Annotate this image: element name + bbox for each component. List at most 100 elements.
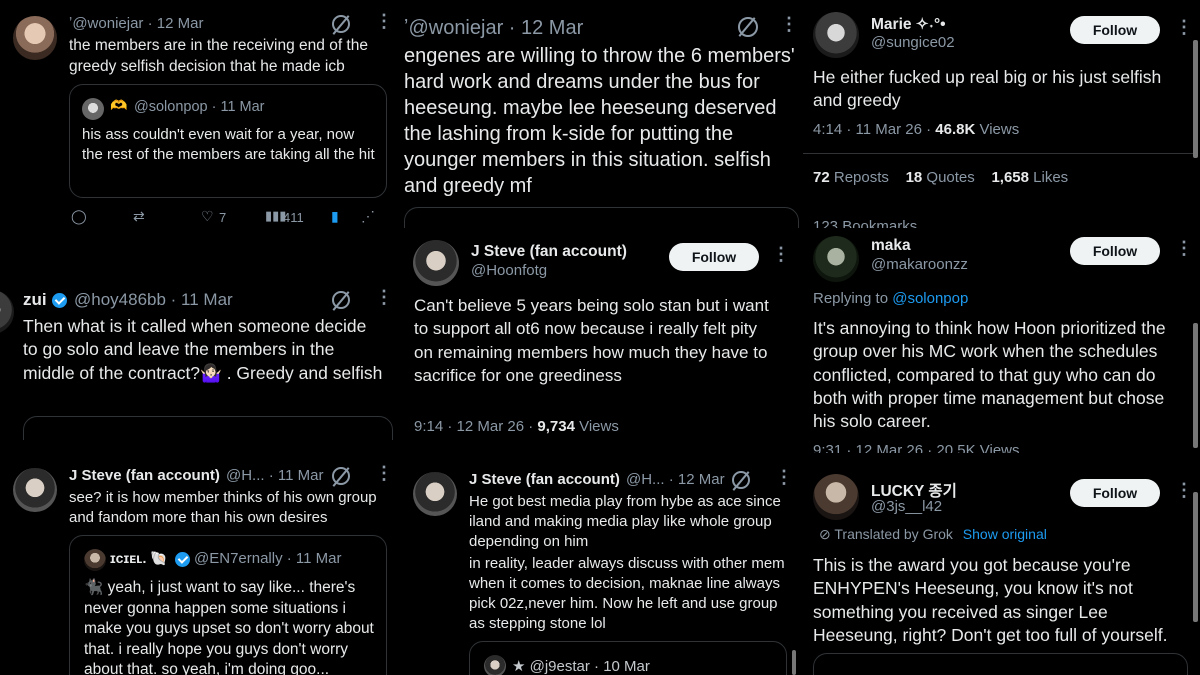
verified-badge-icon bbox=[175, 552, 190, 567]
views-label: Views bbox=[975, 121, 1020, 138]
avatar[interactable] bbox=[413, 472, 457, 516]
avatar bbox=[84, 549, 106, 571]
tweet-panel-2: zui @hoy486bb · 11 Mar ⋮ Then what is it… bbox=[0, 276, 397, 440]
quotes-count[interactable]: 18 bbox=[906, 169, 923, 186]
tweet-handle[interactable]: @H... · 12 Mar bbox=[626, 471, 725, 488]
display-name[interactable]: maka bbox=[871, 237, 911, 255]
tweet-meta[interactable]: 9:31 · 12 Mar 26 · 20.5K Views bbox=[813, 442, 1020, 453]
avatar[interactable] bbox=[0, 290, 14, 334]
tweet-handle[interactable]: @Hoonfotg bbox=[471, 262, 547, 279]
tweet-panel-1: ʼ@woniejar · 12 Mar ⋮ the members are in… bbox=[0, 0, 397, 240]
follow-button[interactable]: Follow bbox=[1070, 479, 1160, 507]
avatar bbox=[484, 655, 506, 675]
tweet-panel-8: maka @makaroonzz Follow ⋮ Replying to @s… bbox=[803, 228, 1200, 453]
reply-icon[interactable]: ◯ bbox=[71, 208, 87, 225]
more-icon[interactable]: ⋮ bbox=[1175, 238, 1193, 259]
tweet-text: the members are in the receiving end of … bbox=[69, 37, 368, 75]
tweet-handle[interactable]: @H... · 11 Mar bbox=[226, 467, 323, 484]
grok-icon[interactable] bbox=[732, 471, 750, 489]
quote-card[interactable] bbox=[404, 207, 799, 228]
likes-count[interactable]: 1,658 bbox=[991, 169, 1029, 186]
tweet-panel-3: J Steve (fan account) @H... · 11 Mar ⋮ s… bbox=[0, 456, 397, 675]
scrollbar[interactable] bbox=[1193, 40, 1198, 158]
quote-text: 🐈‍⬛ yeah, i just want to say like... the… bbox=[84, 579, 374, 675]
tweet-timestamp[interactable]: 9:14 · 12 Mar 26 · bbox=[414, 418, 537, 435]
quote-card[interactable] bbox=[813, 653, 1188, 675]
tweet-meta: 4:14 · 11 Mar 26 · 46.8K Views bbox=[813, 121, 1019, 138]
tweet-meta: 9:14 · 12 Mar 26 · 9,734 Views bbox=[414, 418, 619, 435]
tweet-panel-9: LUCKY 종기 @3js__l42 Follow ⋮ ⊘ Translated… bbox=[803, 462, 1200, 675]
quote-card[interactable]: ★ @j9estar · 10 Mar bbox=[469, 641, 787, 675]
tweet-text-continued: in reality, leader always discuss with o… bbox=[469, 555, 785, 632]
tweet-handle[interactable]: @hoy486bb · 11 Mar bbox=[74, 290, 233, 310]
tweet-panel-6: J Steve (fan account) @H... · 12 Mar ⋮ H… bbox=[400, 460, 800, 675]
quote-name: ɪᴄɪᴇʟ. 🐚 bbox=[110, 550, 168, 566]
scrollbar[interactable] bbox=[1193, 492, 1198, 622]
tweet-text: engenes are willing to throw the 6 membe… bbox=[404, 45, 795, 197]
verified-badge-icon bbox=[52, 293, 67, 308]
scrollbar[interactable] bbox=[1193, 323, 1198, 448]
display-name[interactable]: J Steve (fan account) bbox=[69, 467, 220, 484]
reposts-count[interactable]: 72 bbox=[813, 169, 830, 186]
tweet-handle[interactable]: ʼ@woniejar · 12 Mar bbox=[404, 17, 583, 40]
quote-card[interactable]: ɪᴄɪᴇʟ. 🐚 @EN7ernally · 11 Mar 🐈‍⬛ yeah, … bbox=[69, 535, 387, 675]
tweet-handle[interactable]: @makaroonzz bbox=[871, 256, 968, 273]
display-name[interactable]: zui bbox=[23, 290, 47, 310]
avatar[interactable] bbox=[813, 12, 859, 58]
quote-card[interactable]: 🫶 @solonpop · 11 Mar his ass couldn't ev… bbox=[69, 84, 387, 198]
views-count: 46.8K bbox=[935, 121, 976, 138]
more-icon[interactable]: ⋮ bbox=[1175, 480, 1193, 501]
quotes-label[interactable]: Quotes bbox=[922, 169, 974, 186]
replying-label: Replying to bbox=[813, 290, 893, 307]
quote-handle: @solonpop · 11 Mar bbox=[134, 99, 265, 115]
display-name[interactable]: Marie ✧˖°• bbox=[871, 15, 946, 34]
heart-hands-icon: 🫶 bbox=[110, 97, 128, 113]
grok-icon[interactable] bbox=[332, 291, 350, 309]
quote-card[interactable] bbox=[23, 416, 393, 440]
more-icon[interactable]: ⋮ bbox=[375, 463, 393, 484]
display-name[interactable]: J Steve (fan account) bbox=[471, 243, 627, 261]
more-icon[interactable]: ⋮ bbox=[375, 11, 393, 32]
more-icon[interactable]: ⋮ bbox=[780, 14, 798, 35]
follow-button[interactable]: Follow bbox=[1070, 237, 1160, 265]
display-name[interactable]: J Steve (fan account) bbox=[469, 471, 620, 488]
tweet-timestamp[interactable]: 4:14 · 11 Mar 26 · bbox=[813, 121, 935, 138]
replying-to-link[interactable]: @solonpop bbox=[892, 290, 968, 307]
tweet-handle[interactable]: ʼ@woniejar · 12 Mar bbox=[69, 15, 203, 32]
likes-label[interactable]: Likes bbox=[1029, 169, 1068, 186]
reposts-label[interactable]: Reposts bbox=[830, 169, 889, 186]
more-icon[interactable]: ⋮ bbox=[1175, 17, 1193, 38]
grok-icon[interactable] bbox=[332, 15, 350, 33]
bookmark-icon[interactable]: ▮ bbox=[331, 208, 339, 225]
grok-icon[interactable] bbox=[332, 467, 350, 485]
tweet-text: It's annoying to think how Hoon prioriti… bbox=[813, 318, 1166, 432]
tweet-text: Then what is it called when someone deci… bbox=[23, 316, 383, 383]
follow-button[interactable]: Follow bbox=[669, 243, 759, 271]
tweet-panel-5: J Steve (fan account) @Hoonfotg Follow ⋮… bbox=[400, 228, 800, 452]
avatar[interactable] bbox=[813, 236, 859, 282]
avatar[interactable] bbox=[413, 240, 459, 286]
more-icon[interactable]: ⋮ bbox=[375, 287, 393, 308]
views-count: 9,734 bbox=[537, 418, 575, 435]
views-count: 411 bbox=[283, 210, 304, 225]
translation-row: ⊘ Translated by Grok Show original bbox=[819, 526, 1047, 543]
avatar[interactable] bbox=[13, 468, 57, 512]
tweet-panel-7: Marie ✧˖°• @sungice02 Follow ⋮ He either… bbox=[803, 0, 1200, 228]
avatar bbox=[82, 98, 104, 120]
scrollbar[interactable] bbox=[792, 650, 796, 675]
more-icon[interactable]: ⋮ bbox=[772, 244, 790, 265]
tweet-text: He either fucked up real big or his just… bbox=[813, 67, 1162, 111]
grok-icon[interactable] bbox=[738, 17, 758, 37]
more-icon[interactable]: ⋮ bbox=[775, 467, 793, 488]
like-count: 7 bbox=[219, 210, 227, 225]
follow-button[interactable]: Follow bbox=[1070, 16, 1160, 44]
like-icon[interactable]: ♡ bbox=[201, 208, 214, 225]
bookmarks-count[interactable]: 123 Bookmarks bbox=[813, 218, 917, 228]
avatar[interactable] bbox=[813, 474, 859, 520]
tweet-handle[interactable]: @3js__l42 bbox=[871, 498, 942, 515]
repost-icon[interactable]: ⇄ bbox=[133, 208, 145, 225]
show-original-link[interactable]: Show original bbox=[963, 526, 1047, 542]
tweet-handle[interactable]: @sungice02 bbox=[871, 34, 955, 51]
avatar[interactable] bbox=[13, 16, 57, 60]
share-icon[interactable]: ⋰ bbox=[361, 208, 375, 225]
